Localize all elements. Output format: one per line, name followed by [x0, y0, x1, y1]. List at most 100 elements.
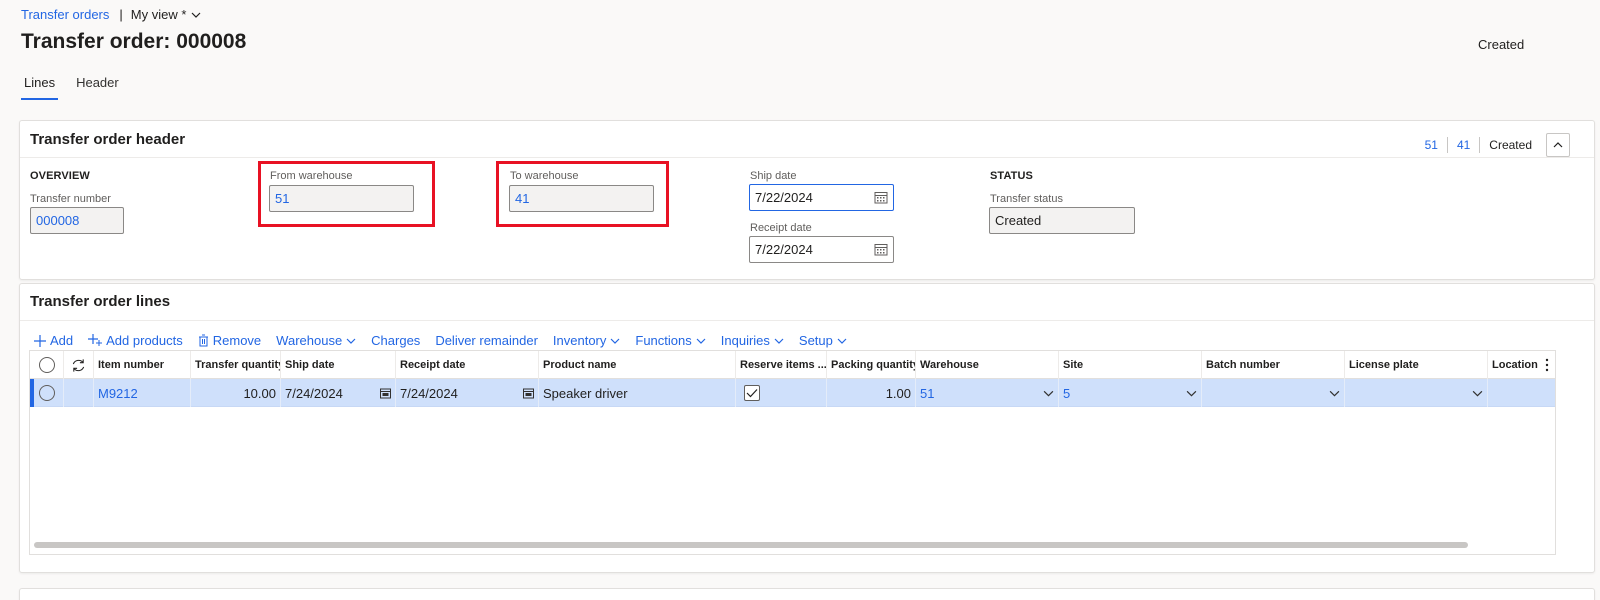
- column-options-cell[interactable]: [1538, 351, 1555, 379]
- chevron-down-icon[interactable]: [1472, 388, 1483, 399]
- col-location[interactable]: Location: [1488, 351, 1538, 379]
- refresh-icon[interactable]: [71, 358, 86, 373]
- breadcrumb: Transfer orders | My view *: [21, 7, 201, 22]
- col-transfer-quantity[interactable]: Transfer quantity: [191, 351, 281, 379]
- col-license-plate[interactable]: License plate: [1345, 351, 1488, 379]
- deliver-remainder-button[interactable]: Deliver remainder: [435, 333, 538, 348]
- remove-label: Remove: [212, 333, 262, 348]
- view-selector[interactable]: My view *: [131, 7, 202, 22]
- row-select-cell[interactable]: [30, 379, 64, 407]
- cell-site-value: 5: [1063, 385, 1071, 401]
- inquiries-menu[interactable]: Inquiries: [721, 333, 784, 348]
- from-warehouse-field[interactable]: 51: [269, 185, 414, 212]
- charges-button[interactable]: Charges: [371, 333, 420, 348]
- cell-receipt-date-value: 7/24/2024: [400, 385, 458, 401]
- functions-menu[interactable]: Functions: [635, 333, 706, 348]
- cell-ship-date[interactable]: 7/24/2024: [281, 379, 396, 407]
- inventory-menu-label: Inventory: [552, 333, 607, 348]
- chevron-down-icon[interactable]: [1043, 388, 1054, 399]
- ship-date-field[interactable]: 7/22/2024: [749, 184, 894, 211]
- col-packing-quantity[interactable]: Packing quantity: [827, 351, 916, 379]
- to-warehouse-field[interactable]: 41: [509, 185, 654, 212]
- lines-divider: [20, 320, 1594, 321]
- calendar-icon[interactable]: [523, 388, 534, 399]
- add-products-label: Add products: [106, 333, 183, 348]
- add-button[interactable]: Add: [34, 333, 73, 348]
- cell-batch-number[interactable]: [1202, 379, 1345, 407]
- tab-lines[interactable]: Lines: [21, 73, 59, 100]
- chevron-down-icon[interactable]: [1329, 388, 1340, 399]
- transfer-lines-grid: Item number Transfer quantity Ship date …: [29, 350, 1556, 555]
- more-vertical-icon[interactable]: [1545, 358, 1549, 372]
- breadcrumb-transfer-orders-link[interactable]: Transfer orders: [21, 7, 109, 22]
- to-warehouse-value: 41: [515, 191, 530, 206]
- header-divider: [20, 157, 1594, 158]
- breadcrumb-separator: |: [119, 7, 123, 22]
- col-site[interactable]: Site: [1059, 351, 1202, 379]
- transfer-number-field[interactable]: 000008: [30, 207, 124, 234]
- summary-from-warehouse[interactable]: 51: [1425, 138, 1438, 152]
- chevron-up-icon: [1553, 142, 1563, 148]
- col-item-number[interactable]: Item number: [94, 351, 191, 379]
- tab-header[interactable]: Header: [73, 73, 122, 100]
- warehouse-menu[interactable]: Warehouse: [276, 333, 356, 348]
- col-reserve-items[interactable]: Reserve items ...: [736, 351, 827, 379]
- receipt-date-field[interactable]: 7/22/2024: [749, 236, 894, 263]
- remove-button[interactable]: Remove: [198, 333, 261, 348]
- col-batch-number[interactable]: Batch number: [1202, 351, 1345, 379]
- warehouse-menu-label: Warehouse: [276, 333, 343, 348]
- row-select-radio[interactable]: [38, 385, 55, 401]
- cell-receipt-date[interactable]: 7/24/2024: [396, 379, 539, 407]
- summary-divider: [1479, 137, 1481, 153]
- view-selector-label: My view *: [130, 7, 187, 22]
- select-all-cell[interactable]: [30, 351, 64, 379]
- cell-transfer-quantity[interactable]: 10.00: [191, 379, 281, 407]
- collapse-button[interactable]: [1546, 133, 1570, 157]
- chevron-down-icon: [837, 338, 847, 344]
- chevron-down-icon: [346, 338, 356, 344]
- inventory-menu[interactable]: Inventory: [553, 333, 620, 348]
- horizontal-scrollbar-thumb[interactable]: [34, 542, 1468, 548]
- col-product-name[interactable]: Product name: [539, 351, 736, 379]
- chevron-down-icon: [191, 12, 201, 18]
- cell-site[interactable]: 5: [1059, 379, 1202, 407]
- chevron-down-icon[interactable]: [1186, 388, 1197, 399]
- add-products-button[interactable]: Add products: [88, 333, 183, 348]
- status-section-title: STATUS: [990, 170, 1033, 182]
- cell-product-name[interactable]: Speaker driver: [539, 379, 736, 407]
- cell-license-plate[interactable]: [1345, 379, 1488, 407]
- select-all-radio[interactable]: [38, 357, 55, 373]
- col-ship-date[interactable]: Ship date: [281, 351, 396, 379]
- transfer-number-value: 000008: [36, 213, 80, 228]
- calendar-icon[interactable]: [874, 191, 888, 204]
- horizontal-scrollbar[interactable]: [32, 542, 1553, 548]
- transfer-status-label: Transfer status: [990, 193, 1063, 205]
- charges-label: Charges: [371, 333, 421, 348]
- add-products-icon: [88, 334, 103, 346]
- cell-item-number[interactable]: M9212: [94, 379, 191, 407]
- table-row[interactable]: M9212 10.00 7/24/2024 7/24/2024 Speaker …: [30, 379, 1555, 407]
- calendar-icon[interactable]: [874, 243, 888, 256]
- cell-ship-date-value: 7/24/2024: [285, 385, 343, 401]
- calendar-icon[interactable]: [380, 388, 391, 399]
- col-warehouse[interactable]: Warehouse: [916, 351, 1059, 379]
- col-receipt-date[interactable]: Receipt date: [396, 351, 539, 379]
- inquiries-menu-label: Inquiries: [720, 333, 770, 348]
- from-warehouse-value: 51: [275, 191, 290, 206]
- cell-reserve-items[interactable]: [736, 379, 827, 407]
- transfer-status-value: Created: [995, 213, 1042, 228]
- reserve-items-checkbox[interactable]: [744, 385, 760, 401]
- transfer-order-header-card: Transfer order header 51 41 Created OVER…: [19, 120, 1595, 280]
- overview-section-title: OVERVIEW: [30, 170, 90, 182]
- cell-location[interactable]: [1488, 379, 1555, 407]
- summary-to-warehouse[interactable]: 41: [1457, 138, 1470, 152]
- cell-warehouse[interactable]: 51: [916, 379, 1059, 407]
- header-card-title: Transfer order header: [30, 131, 186, 148]
- cell-packing-quantity[interactable]: 1.00: [827, 379, 916, 407]
- transfer-status-field[interactable]: Created: [989, 207, 1135, 234]
- setup-menu[interactable]: Setup: [799, 333, 847, 348]
- row-spacer-cell: [64, 379, 94, 407]
- plus-icon: [34, 334, 46, 347]
- grid-header-row: Item number Transfer quantity Ship date …: [30, 351, 1555, 379]
- refresh-cell[interactable]: [64, 351, 94, 379]
